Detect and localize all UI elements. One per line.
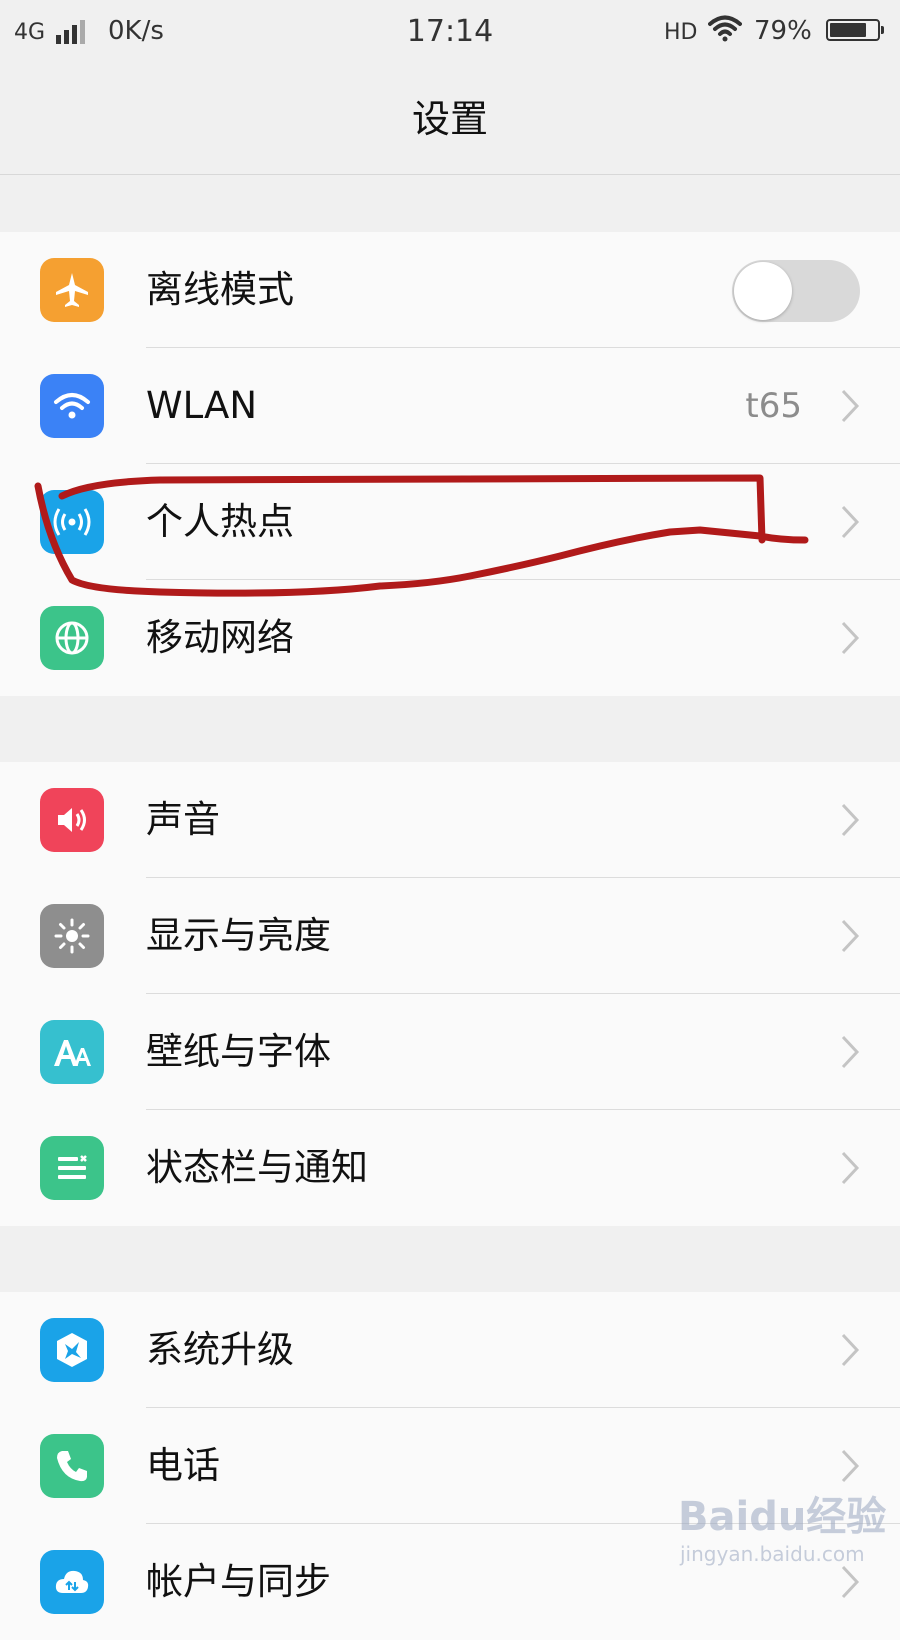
hotspot-icon: [40, 490, 104, 554]
system-update-icon: [40, 1318, 104, 1382]
settings-item-statusbar-notifications[interactable]: 状态栏与通知: [0, 1110, 900, 1226]
settings-item-wallpaper-font[interactable]: 壁纸与字体: [0, 994, 900, 1110]
battery-icon: [826, 19, 884, 41]
cloud-sync-icon: [40, 1550, 104, 1614]
wifi-icon: [40, 374, 104, 438]
page-title: 设置: [0, 64, 900, 175]
settings-item-label: 声音: [146, 798, 220, 841]
settings-item-display-brightness[interactable]: 显示与亮度: [0, 878, 900, 994]
settings-item-label: WLAN: [146, 384, 258, 427]
settings-item-sound[interactable]: 声音: [0, 762, 900, 878]
chevron-right-icon: [841, 1449, 860, 1483]
settings-item-label: 显示与亮度: [146, 914, 331, 957]
chevron-right-icon: [841, 621, 860, 655]
watermark-brand: Baidu经验: [678, 1494, 887, 1540]
chevron-right-icon: [841, 919, 860, 953]
settings-item-label: 系统升级: [146, 1328, 294, 1371]
baidu-watermark: Baidu经验 jingyan.baidu.com: [678, 1484, 888, 1584]
settings-item-mobile-network[interactable]: 移动网络: [0, 580, 900, 696]
airplane-mode-toggle[interactable]: [732, 260, 860, 322]
phone-icon: [40, 1434, 104, 1498]
chevron-right-icon: [841, 1035, 860, 1069]
watermark-site: jingyan.baidu.com: [680, 1542, 865, 1566]
settings-item-label: 壁纸与字体: [146, 1030, 331, 1073]
status-bar: 4G 0K/s 17:14 HD 79%: [0, 0, 900, 64]
wlan-network-name: t65: [745, 386, 802, 426]
settings-item-system-update[interactable]: 系统升级: [0, 1292, 900, 1408]
airplane-icon: [40, 258, 104, 322]
hd-indicator: HD: [664, 20, 698, 45]
settings-item-label: 状态栏与通知: [146, 1146, 368, 1189]
chevron-right-icon: [841, 1151, 860, 1185]
wifi-status-icon: [708, 15, 742, 42]
brightness-icon: [40, 904, 104, 968]
settings-item-label: 帐户与同步: [146, 1560, 331, 1603]
settings-group-system: 系统升级 电话 帐户与同步: [0, 1292, 900, 1640]
settings-item-hotspot[interactable]: 个人热点: [0, 464, 900, 580]
settings-item-label: 移动网络: [146, 616, 294, 659]
settings-item-label: 离线模式: [146, 268, 294, 311]
chevron-right-icon: [841, 803, 860, 837]
settings-item-label: 电话: [146, 1444, 220, 1487]
globe-icon: [40, 606, 104, 670]
notification-icon: [40, 1136, 104, 1200]
font-icon: [40, 1020, 104, 1084]
chevron-right-icon: [841, 389, 860, 423]
speaker-icon: [40, 788, 104, 852]
chevron-right-icon: [841, 505, 860, 539]
settings-item-airplane-mode[interactable]: 离线模式: [0, 232, 900, 348]
settings-item-label: 个人热点: [146, 500, 294, 543]
chevron-right-icon: [841, 1333, 860, 1367]
settings-group-display: 声音 显示与亮度 壁纸与字体 状态栏与通知: [0, 762, 900, 1226]
settings-item-wlan[interactable]: WLAN t65: [0, 348, 900, 464]
battery-percent: 79%: [754, 16, 812, 46]
settings-group-network: 离线模式 WLAN t65 个人热点 移动网络: [0, 232, 900, 696]
